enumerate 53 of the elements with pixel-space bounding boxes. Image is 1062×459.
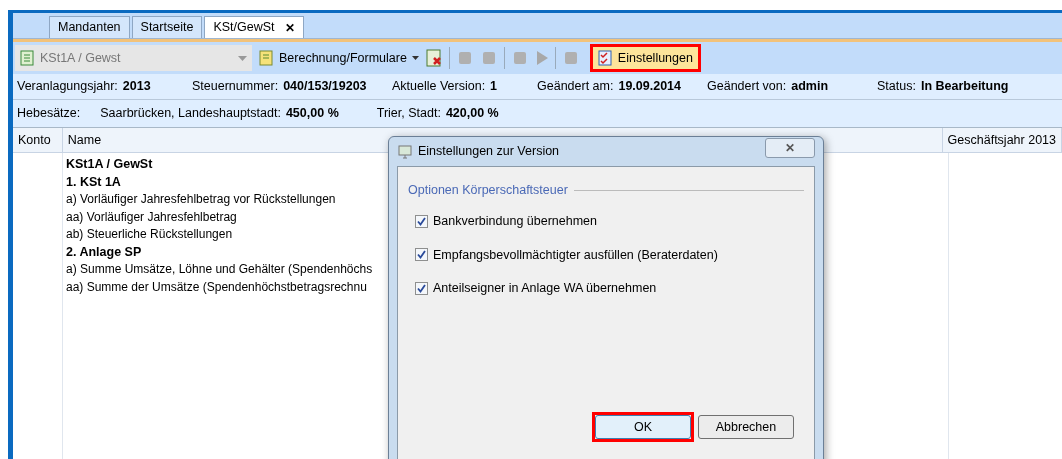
field-value: 2013 bbox=[122, 78, 151, 96]
field-label: Aktuelle Version: bbox=[392, 78, 486, 96]
table-cell-text: ab) Steuerliche Rückstellungen bbox=[66, 226, 233, 243]
column-header[interactable]: Geschäftsjahr 2013 bbox=[942, 128, 1062, 152]
formulare-menu-button[interactable]: Berechnung/Formulare bbox=[258, 48, 419, 68]
field-value: 040/153/19203 bbox=[283, 78, 367, 96]
checkbox-label: Empfangsbevollmächtigter ausfüllen (Beraterdaten) bbox=[433, 246, 718, 264]
play-icon[interactable] bbox=[534, 50, 549, 66]
field-label: Geändert von: bbox=[707, 78, 787, 96]
field-value: 420,00 % bbox=[445, 105, 499, 123]
field-value: In Bearbeitung bbox=[920, 78, 1009, 96]
dropdown-icon bbox=[238, 55, 247, 61]
column-header[interactable]: Konto bbox=[13, 128, 63, 152]
field-label: Veranlagungsjahr: bbox=[17, 78, 118, 96]
table-cell: 2. Anlage SP bbox=[66, 243, 142, 261]
dropdown-icon bbox=[411, 56, 419, 60]
checkbox[interactable] bbox=[415, 248, 428, 262]
dialog-title: Einstellungen zur Version bbox=[418, 143, 561, 161]
table-cell: aa) Summe der Umsätze (Spendenhöchstbetragsrechnu bbox=[66, 278, 367, 296]
checkbox-label: Anteilseigner in Anlage WA übernehmen bbox=[433, 280, 657, 298]
tab[interactable]: Startseite bbox=[131, 16, 203, 38]
table-cell-text: a) Vorläufiger Jahresfehlbetrag vor Rückstellungen bbox=[66, 191, 336, 208]
group-title: Optionen Körperschaftsteuer bbox=[408, 182, 568, 199]
table-cell-text: a) Summe Umsätze, Löhne und Gehälter (Spendenhöchs bbox=[66, 261, 373, 278]
close-icon[interactable]: ✕ bbox=[284, 18, 295, 37]
delete-document-icon[interactable] bbox=[424, 49, 443, 67]
settings-button[interactable]: Einstellungen bbox=[592, 47, 698, 69]
field-label: Trier, Stadt: bbox=[376, 105, 441, 123]
checkbox[interactable] bbox=[415, 282, 428, 296]
checklist-icon bbox=[597, 50, 612, 66]
table-cell: aa) Vorläufiger Jahresfehlbetrag bbox=[66, 208, 237, 226]
version-combo[interactable]: KSt1A / Gewst bbox=[15, 45, 252, 71]
field-label: Geändert am: bbox=[537, 78, 614, 96]
tab[interactable]: KSt/GewSt ✕ bbox=[204, 16, 304, 38]
document-icon bbox=[258, 50, 274, 66]
field-label: Steuernummer: bbox=[192, 78, 279, 96]
checkbox-label: Bankverbindung übernehmen bbox=[433, 212, 597, 230]
document-icon bbox=[20, 50, 34, 66]
dialog-button[interactable]: Abbrechen bbox=[698, 415, 794, 439]
table-cell-text: KSt1A / GewSt bbox=[66, 156, 153, 173]
monitor-icon bbox=[398, 144, 412, 159]
dialog-button[interactable]: OK bbox=[595, 415, 691, 439]
field-value: 19.09.2014 bbox=[618, 78, 681, 96]
field-label: Hebesätze: bbox=[17, 105, 81, 123]
checkbox[interactable] bbox=[415, 214, 428, 228]
field-value: 450,00 % bbox=[285, 105, 339, 123]
field-value: admin bbox=[791, 78, 829, 96]
close-button[interactable]: ✕ bbox=[765, 137, 815, 158]
field-label: Saarbrücken, Landeshauptstadt: bbox=[100, 105, 281, 123]
field-value: 1 bbox=[490, 78, 498, 96]
table-cell: 1. KSt 1A bbox=[66, 173, 121, 191]
tab[interactable]: Mandanten bbox=[49, 16, 130, 38]
field-label: Status: bbox=[877, 78, 916, 96]
